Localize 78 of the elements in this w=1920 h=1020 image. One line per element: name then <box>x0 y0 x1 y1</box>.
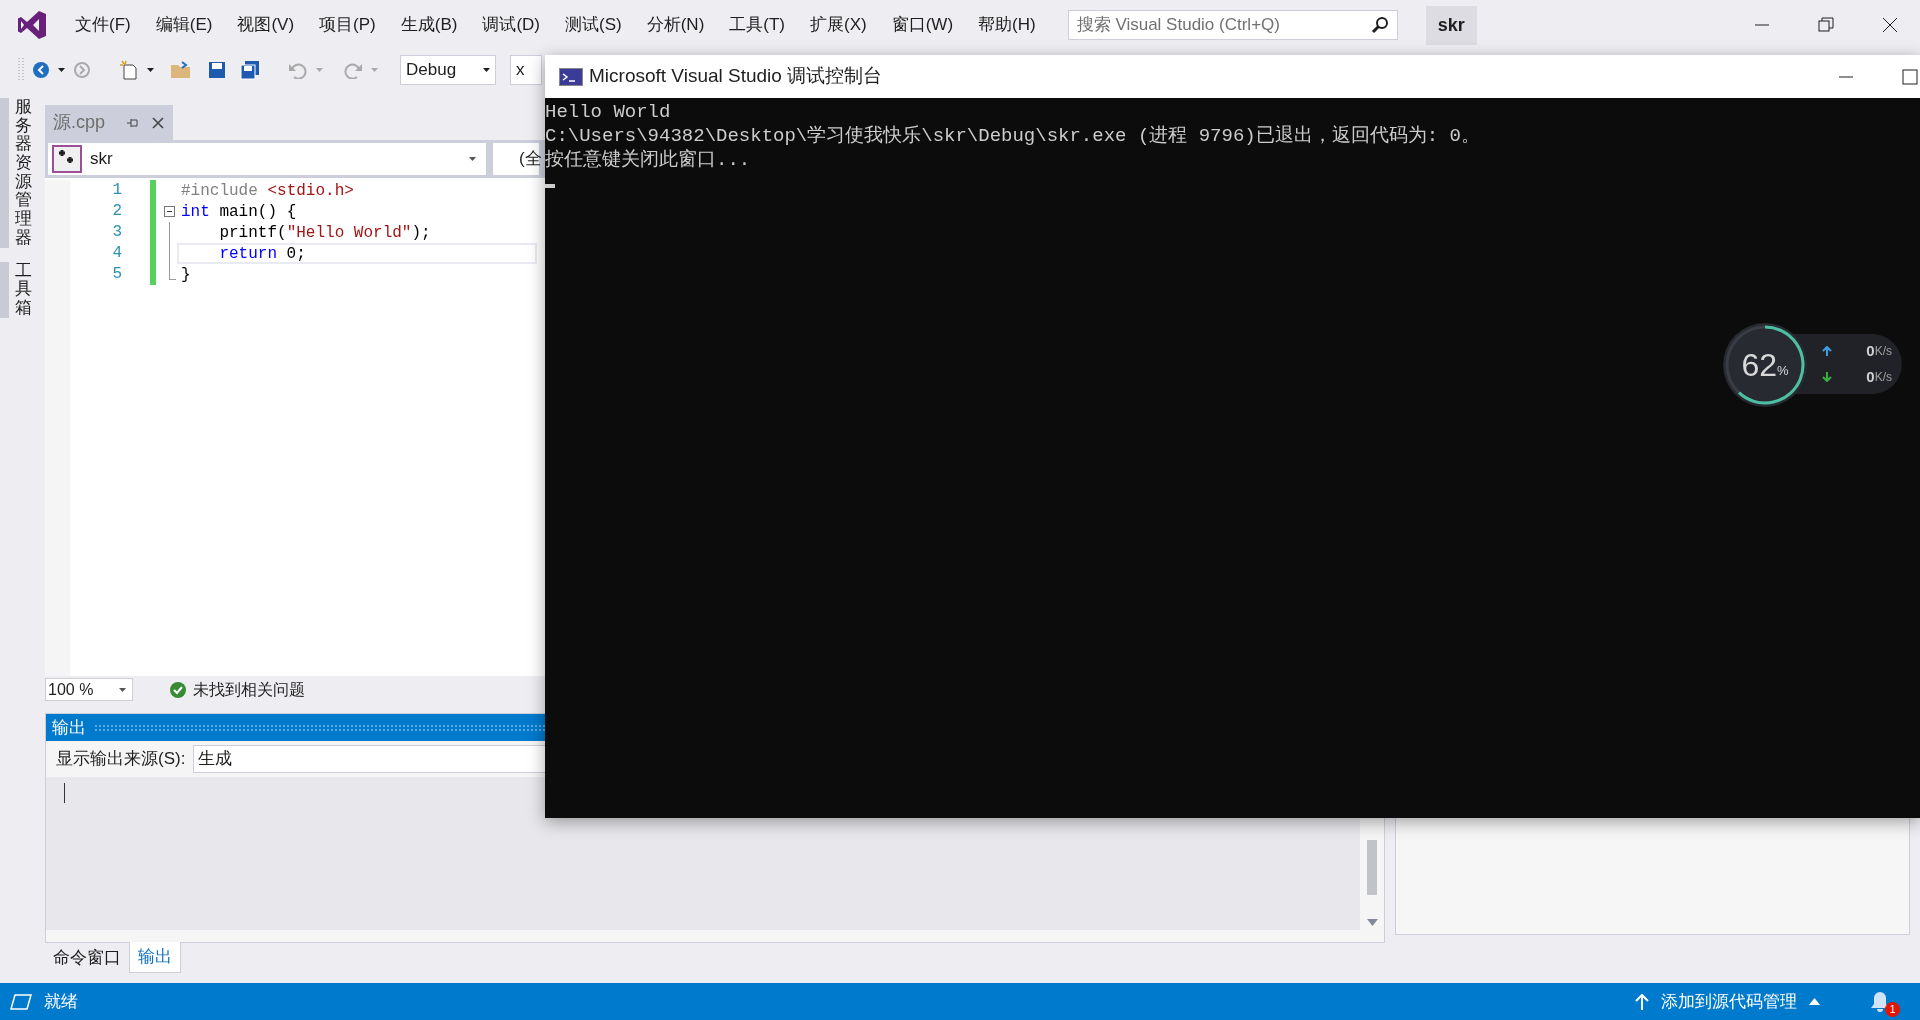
code-line: int main() { <box>180 202 298 222</box>
line-number: 1 <box>111 180 122 201</box>
usage-unit: % <box>1777 362 1789 380</box>
check-icon <box>169 680 187 699</box>
save-all-icon[interactable] <box>240 60 260 80</box>
menu-item[interactable]: 视图(V) <box>228 12 304 38</box>
code-line: printf("Hello World"); <box>218 223 432 243</box>
issues-status: 未找到相关问题 <box>193 679 305 700</box>
zoom-dropdown[interactable]: 100 % <box>45 678 133 701</box>
upload-arrow-icon <box>1635 993 1649 1010</box>
menu-item[interactable]: 帮助(H) <box>969 12 1045 38</box>
speed-reading: 0 <box>1866 340 1875 361</box>
folder-icon[interactable] <box>170 61 192 79</box>
grip-icon <box>18 57 24 83</box>
menu-item[interactable]: 项目(P) <box>310 12 385 38</box>
back-icon[interactable] <box>32 61 50 79</box>
scroll-thumb[interactable] <box>1367 840 1377 895</box>
close-icon[interactable] <box>1882 17 1898 33</box>
project-icon <box>52 145 82 173</box>
side-tab[interactable]: 工具箱 <box>15 261 32 318</box>
status-text: 就绪 <box>44 990 78 1013</box>
new-item-icon[interactable] <box>119 60 139 80</box>
notification-badge: 1 <box>1885 1001 1900 1017</box>
scope-dropdown[interactable]: (全 <box>493 143 539 175</box>
source-label: 显示输出来源(S): <box>56 748 186 771</box>
close-icon[interactable] <box>151 115 165 130</box>
text-cursor <box>545 184 555 188</box>
caret-icon[interactable] <box>147 68 154 72</box>
menu-item[interactable]: 生成(B) <box>391 12 467 38</box>
configuration-dropdown[interactable]: Debug <box>400 55 496 85</box>
collapse-icon[interactable] <box>163 206 175 217</box>
maximize-icon[interactable] <box>1902 68 1918 85</box>
line-number: 3 <box>111 222 122 243</box>
platform-dropdown[interactable]: x <box>510 55 542 85</box>
caret-icon[interactable] <box>58 68 65 72</box>
vs-logo-icon[interactable] <box>16 9 48 41</box>
speed-unit: K/s <box>1874 343 1892 360</box>
panel-tab[interactable]: 输出 <box>129 942 181 973</box>
code-line: } <box>180 265 192 285</box>
source-control-button[interactable]: 添加到源代码管理 <box>1635 988 1820 1015</box>
line-number: 4 <box>111 243 122 264</box>
line-number: 5 <box>111 264 122 285</box>
console-line: 按任意键关闭此窗口... <box>545 148 751 172</box>
upload-arrow-icon <box>1822 346 1832 356</box>
panel-tab[interactable]: 命令窗口 <box>45 942 129 973</box>
tab-indicator <box>0 261 9 318</box>
solution-name: skr <box>1425 5 1477 45</box>
speed-unit: K/s <box>1874 369 1892 386</box>
panel-title: 输出 <box>52 716 86 739</box>
caret-icon <box>469 157 476 161</box>
speed-reading: 0 <box>1866 366 1875 387</box>
window-title: Microsoft Visual Studio 调试控制台 <box>589 64 883 89</box>
menu-item[interactable]: 分析(N) <box>637 12 714 38</box>
download-arrow-icon <box>1822 372 1832 382</box>
scroll-down-icon <box>1366 919 1378 926</box>
menu-item[interactable]: 文件(F) <box>66 12 140 38</box>
line-number: 2 <box>111 201 122 222</box>
console-icon <box>559 67 583 86</box>
project-dropdown[interactable]: skr <box>48 143 486 175</box>
caret-icon <box>483 68 490 72</box>
menu-item[interactable]: 编辑(E) <box>146 12 222 38</box>
console-line: Hello World <box>545 100 671 124</box>
search-icon <box>1370 16 1389 34</box>
status-icon <box>10 993 32 1010</box>
side-tab[interactable]: 服务器资源管理器 <box>15 98 32 248</box>
menu-item[interactable]: 扩展(X) <box>801 12 876 38</box>
caret-icon <box>119 687 126 692</box>
caret-up-icon <box>1809 998 1820 1005</box>
usage-value: 62 <box>1741 349 1777 381</box>
code-line: #include <stdio.h> <box>180 181 355 201</box>
console-line: C:\Users\94382\Desktop\学习使我快乐\skr\Debug\skr.exe (进程 9796)已退出，返回代码为: 0。 <box>545 124 1480 148</box>
search-field[interactable]: 搜索 Visual Studio (Ctrl+Q) <box>1067 10 1398 40</box>
restore-icon[interactable] <box>1818 17 1834 33</box>
menu-item[interactable]: 窗口(W) <box>882 12 963 38</box>
menu-item[interactable]: 工具(T) <box>720 12 794 38</box>
menu-item[interactable]: 测试(S) <box>556 12 631 38</box>
save-icon[interactable] <box>208 61 226 79</box>
menu-item[interactable]: 调试(D) <box>473 12 549 38</box>
